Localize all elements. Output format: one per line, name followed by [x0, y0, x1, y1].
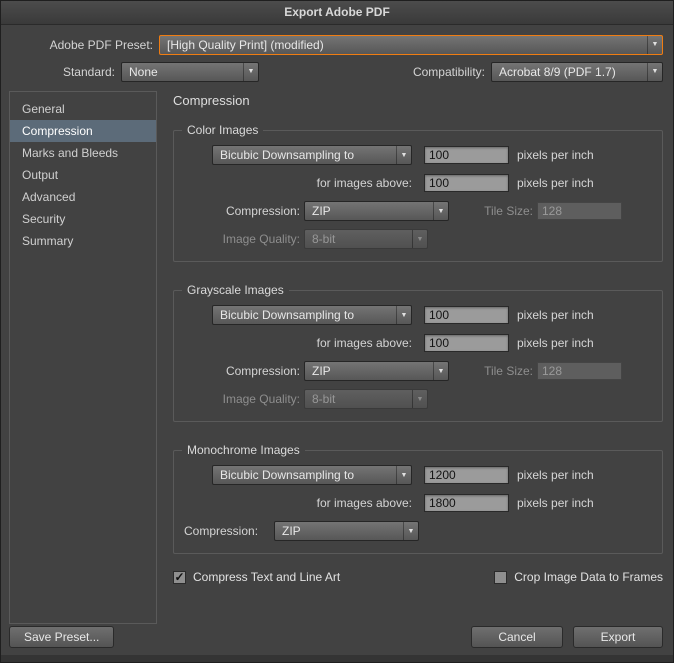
- color-tile-size-input: [537, 202, 622, 220]
- color-compression-label: Compression:: [182, 204, 300, 218]
- standard-value: None: [122, 65, 243, 79]
- color-tile-size-label: Tile Size:: [469, 204, 533, 218]
- options-row: ✓ Compress Text and Line Art Crop Image …: [173, 570, 663, 584]
- adobe-pdf-preset-dropdown[interactable]: [High Quality Print] (modified) ▼: [159, 35, 663, 55]
- monochrome-ppi-unit: pixels per inch: [517, 468, 594, 482]
- standard-dropdown[interactable]: None ▼: [121, 62, 259, 82]
- chevron-down-icon: ▼: [403, 522, 418, 540]
- sidebar-item-security[interactable]: Security: [10, 208, 156, 230]
- grayscale-downsampling-value: Bicubic Downsampling to: [213, 308, 396, 322]
- color-images-group: Color Images Bicubic Downsampling to ▼ p…: [173, 130, 663, 262]
- export-button[interactable]: Export: [573, 626, 663, 648]
- color-compression-dropdown[interactable]: ZIP ▼: [304, 201, 449, 221]
- preset-label: Adobe PDF Preset:: [1, 38, 159, 52]
- grayscale-ppi-input[interactable]: [424, 306, 509, 324]
- sidebar-item-compression[interactable]: Compression: [10, 120, 156, 142]
- color-above-unit: pixels per inch: [517, 176, 594, 190]
- grayscale-tile-size-label: Tile Size:: [469, 364, 533, 378]
- grayscale-downsampling-dropdown[interactable]: Bicubic Downsampling to ▼: [212, 305, 412, 325]
- dialog-bottom-edge: [1, 655, 673, 662]
- chevron-down-icon: ▼: [647, 36, 662, 54]
- dialog-titlebar[interactable]: Export Adobe PDF: [1, 1, 673, 25]
- monochrome-ppi-input[interactable]: [424, 466, 509, 484]
- compression-panel: Compression Color Images Bicubic Downsam…: [167, 91, 665, 584]
- chevron-down-icon: ▼: [647, 63, 662, 81]
- monochrome-images-group-title: Monochrome Images: [182, 443, 305, 457]
- color-ppi-unit: pixels per inch: [517, 148, 594, 162]
- grayscale-ppi-unit: pixels per inch: [517, 308, 594, 322]
- grayscale-image-quality-label: Image Quality:: [182, 392, 300, 406]
- color-image-quality-dropdown: 8-bit ▼: [304, 229, 428, 249]
- compatibility-value: Acrobat 8/9 (PDF 1.7): [492, 65, 647, 79]
- color-above-input[interactable]: [424, 174, 509, 192]
- chevron-down-icon: ▼: [412, 230, 427, 248]
- monochrome-above-label: for images above:: [182, 496, 412, 510]
- action-buttons: Cancel Export: [471, 626, 663, 648]
- grayscale-above-unit: pixels per inch: [517, 336, 594, 350]
- sidebar-item-advanced[interactable]: Advanced: [10, 186, 156, 208]
- sidebar-item-summary[interactable]: Summary: [10, 230, 156, 252]
- color-above-label: for images above:: [182, 176, 412, 190]
- preset-value: [High Quality Print] (modified): [160, 38, 647, 52]
- grayscale-compression-label: Compression:: [182, 364, 300, 378]
- compatibility-label: Compatibility:: [413, 65, 491, 79]
- crop-image-checkbox[interactable]: Crop Image Data to Frames: [494, 570, 663, 584]
- grayscale-above-input[interactable]: [424, 334, 509, 352]
- grayscale-images-group-title: Grayscale Images: [182, 283, 289, 297]
- grayscale-compression-value: ZIP: [305, 364, 433, 378]
- checkbox-box: [494, 571, 507, 584]
- color-downsampling-value: Bicubic Downsampling to: [213, 148, 396, 162]
- grayscale-image-quality-value: 8-bit: [305, 392, 412, 406]
- monochrome-downsampling-dropdown[interactable]: Bicubic Downsampling to ▼: [212, 465, 412, 485]
- grayscale-compression-dropdown[interactable]: ZIP ▼: [304, 361, 449, 381]
- grayscale-tile-size-input: [537, 362, 622, 380]
- color-image-quality-label: Image Quality:: [182, 232, 300, 246]
- color-downsampling-dropdown[interactable]: Bicubic Downsampling to ▼: [212, 145, 412, 165]
- chevron-down-icon: ▼: [396, 466, 411, 484]
- chevron-down-icon: ▼: [433, 362, 448, 380]
- checkbox-box: ✓: [173, 571, 186, 584]
- monochrome-compression-dropdown[interactable]: ZIP ▼: [274, 521, 419, 541]
- chevron-down-icon: ▼: [396, 306, 411, 324]
- chevron-down-icon: ▼: [433, 202, 448, 220]
- sidebar-item-general[interactable]: General: [10, 98, 156, 120]
- monochrome-compression-value: ZIP: [275, 524, 403, 538]
- monochrome-compression-label: Compression:: [182, 524, 270, 538]
- chevron-down-icon: ▼: [412, 390, 427, 408]
- save-preset-button[interactable]: Save Preset...: [9, 626, 114, 648]
- color-compression-value: ZIP: [305, 204, 433, 218]
- monochrome-above-input[interactable]: [424, 494, 509, 512]
- color-image-quality-value: 8-bit: [305, 232, 412, 246]
- cancel-button[interactable]: Cancel: [471, 626, 563, 648]
- sidebar-item-output[interactable]: Output: [10, 164, 156, 186]
- compress-text-label: Compress Text and Line Art: [193, 570, 340, 584]
- chevron-down-icon: ▼: [243, 63, 258, 81]
- compress-text-checkbox[interactable]: ✓ Compress Text and Line Art: [173, 570, 340, 584]
- standard-row: Standard: None ▼ Compatibility: Acrobat …: [1, 61, 663, 82]
- preset-row: Adobe PDF Preset: [High Quality Print] (…: [1, 34, 663, 55]
- color-ppi-input[interactable]: [424, 146, 509, 164]
- grayscale-image-quality-dropdown: 8-bit ▼: [304, 389, 428, 409]
- export-adobe-pdf-dialog: Export Adobe PDF Adobe PDF Preset: [High…: [0, 0, 674, 663]
- monochrome-images-group: Monochrome Images Bicubic Downsampling t…: [173, 450, 663, 554]
- monochrome-above-unit: pixels per inch: [517, 496, 594, 510]
- monochrome-downsampling-value: Bicubic Downsampling to: [213, 468, 396, 482]
- compatibility-dropdown[interactable]: Acrobat 8/9 (PDF 1.7) ▼: [491, 62, 663, 82]
- chevron-down-icon: ▼: [396, 146, 411, 164]
- dialog-title: Export Adobe PDF: [284, 5, 390, 19]
- standard-label: Standard:: [1, 65, 121, 79]
- sidebar-item-marks-and-bleeds[interactable]: Marks and Bleeds: [10, 142, 156, 164]
- check-icon: ✓: [174, 571, 184, 583]
- grayscale-images-group: Grayscale Images Bicubic Downsampling to…: [173, 290, 663, 422]
- crop-image-label: Crop Image Data to Frames: [514, 570, 663, 584]
- grayscale-above-label: for images above:: [182, 336, 412, 350]
- sections-list: General Compression Marks and Bleeds Out…: [9, 91, 157, 624]
- panel-title: Compression: [173, 93, 665, 108]
- color-images-group-title: Color Images: [182, 123, 263, 137]
